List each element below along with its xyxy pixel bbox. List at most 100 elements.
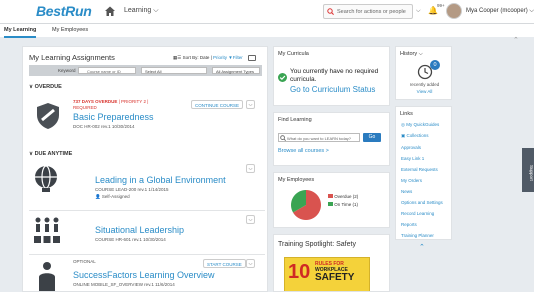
course-meta: COURSE LEAD-200 rev.1 1/14/2015 [95, 187, 169, 192]
filter-bar: Keyword Course name or ID Select All All… [29, 65, 262, 76]
poster-line-3: SAFETY [315, 272, 355, 283]
course-title-link[interactable]: Leading in a Global Environment [95, 175, 226, 185]
link-my-orders[interactable]: My Orders [401, 178, 422, 183]
legend-label-ontime: On Time (1) [334, 202, 359, 207]
link-easy-link-1[interactable]: Easy Link 1 [401, 156, 424, 161]
safety-poster-image[interactable]: 10 RULES FOR WORKPLACE SAFETY [284, 257, 370, 291]
overdue-section-header[interactable]: ∨ OVERDUE [29, 84, 62, 90]
item-actions-dropdown[interactable]: ⌵ [246, 164, 255, 173]
panel-title: Training Spotlight: Safety [278, 241, 356, 248]
due-anytime-label: DUE ANYTIME [34, 151, 73, 157]
link-external-requests[interactable]: External Requests [401, 167, 438, 172]
legend-swatch-ontime [328, 202, 333, 206]
item-actions-dropdown[interactable]: ⌵ [246, 100, 255, 109]
keyword-search-input[interactable]: Course name or ID [78, 67, 136, 74]
link-training-planner[interactable]: Training Planner [401, 233, 434, 238]
overdue-warning: 737 DAYS OVERDUE | PRIORITY 2 | [73, 99, 149, 104]
view-toggle-icon[interactable]: ▦☰ [173, 55, 181, 60]
history-dropdown[interactable]: History ⌵ [400, 51, 423, 58]
expand-icon[interactable] [248, 55, 257, 61]
filter-link[interactable]: Filter [233, 55, 243, 60]
assignment-item-basic-preparedness: 737 DAYS OVERDUE | PRIORITY 2 | REQUIRED… [29, 95, 265, 143]
item-actions-dropdown[interactable]: ⌵ [246, 215, 255, 224]
sort-by-date[interactable]: Sort By: Date [183, 55, 210, 60]
course-meta: ONLINE MOBILE_SF_OVERVIEW rev.1 11/6/201… [73, 282, 175, 287]
collapse-links-icon[interactable]: ⌃ [419, 243, 425, 251]
legend-item-overdue: Overdue (2) [328, 193, 358, 201]
assignment-type-select[interactable]: All Assignment Types [212, 67, 260, 74]
person-icon: 👤 [95, 194, 101, 199]
poster-number: 10 [288, 261, 311, 283]
pie-legend: Overdue (2) On Time (1) [328, 193, 358, 209]
legend-item-ontime: On Time (1) [328, 201, 358, 209]
link-approvals[interactable]: Approvals [401, 145, 421, 150]
no-curricula-message: You currently have no required curricula… [290, 68, 379, 83]
keyword-placeholder: Course name or ID [87, 69, 121, 74]
tab-my-employees[interactable]: My Employees [52, 27, 88, 33]
panel-title: My Learning Assignments [29, 53, 115, 62]
link-collections-label: Collections [406, 133, 429, 138]
panel-title: Links [400, 111, 413, 117]
link-news[interactable]: News [401, 189, 412, 194]
start-course-button[interactable]: START COURSE [203, 259, 246, 268]
find-learning-panel: Find Learning What do you want to LEARN … [273, 112, 390, 166]
employees-pie-chart[interactable] [290, 189, 322, 221]
find-learning-input[interactable]: What do you want to LEARN today? [278, 133, 360, 142]
search-icon [280, 135, 286, 141]
status-select[interactable]: Select All [141, 67, 207, 74]
course-title-link[interactable]: SuccessFactors Learning Overview [73, 270, 215, 280]
item-actions-dropdown[interactable]: ⌵ [246, 259, 255, 268]
global-search-input[interactable]: Search for actions or people [323, 4, 413, 19]
employees-panel: My Employees Overdue (2) On Time (1) [273, 172, 390, 228]
link-options-settings[interactable]: Options and Settings [401, 200, 443, 205]
company-logo[interactable]: BestRun [36, 3, 92, 19]
collapse-up-icon[interactable]: ⌃ [513, 36, 519, 44]
subnav-tabs: My Learning My Employees [0, 24, 534, 38]
divider [29, 254, 265, 255]
support-tab[interactable]: Support [522, 148, 534, 192]
recently-added-label: recently added [409, 82, 440, 87]
assignment-item-sf-overview: OPTIONAL SuccessFactors Learning Overvie… [29, 257, 265, 291]
shield-icon [35, 102, 61, 130]
optional-label: OPTIONAL [73, 259, 96, 264]
search-scope-dropdown[interactable]: ⌵ [416, 8, 421, 15]
presenter-icon [33, 261, 61, 291]
training-spotlight-panel: Training Spotlight: Safety 10 RULES FOR … [273, 234, 390, 292]
link-collections[interactable]: ▣ Collections [401, 133, 429, 139]
keyword-label: Keyword [58, 68, 76, 73]
curriculum-status-link[interactable]: Go to Curriculum Status [290, 85, 375, 94]
history-count-badge: 0 [430, 60, 440, 70]
user-menu[interactable]: Mya Cooper (mcooper) ⌵ [466, 8, 534, 15]
go-button[interactable]: Go [363, 133, 381, 142]
quickguides-icon: ◎ [401, 122, 405, 127]
link-reports[interactable]: Reports [401, 222, 417, 227]
browse-courses-link[interactable]: Browse all courses > [278, 148, 329, 154]
tab-my-learning[interactable]: My Learning [4, 27, 37, 38]
required-label: REQUIRED [73, 105, 97, 110]
home-icon[interactable] [104, 4, 116, 16]
status-select-value: Select All [145, 69, 162, 74]
globe-icon [33, 165, 59, 193]
user-avatar[interactable] [446, 3, 462, 19]
divider [29, 210, 265, 211]
course-title-link[interactable]: Situational Leadership [95, 225, 184, 235]
continue-course-button[interactable]: CONTINUE COURSE [191, 100, 244, 109]
course-title-link[interactable]: Basic Preparedness [73, 112, 154, 122]
panel-title: History [400, 51, 418, 57]
learning-menu[interactable]: Learning ⌵ [124, 7, 159, 15]
priority-label: PRIORITY 2 [121, 99, 146, 104]
history-view-all-link[interactable]: View All [396, 89, 453, 94]
links-panel: Links ◎ My QuickGuides ▣ Collections App… [395, 106, 452, 240]
user-name: Mya Cooper (mcooper) [466, 8, 528, 14]
sort-by-priority-link[interactable]: Priority [213, 55, 227, 60]
panel-title: Find Learning [278, 117, 312, 123]
panel-title: My Employees [278, 177, 315, 183]
link-quickguides[interactable]: ◎ My QuickGuides [401, 122, 439, 128]
link-record-learning[interactable]: Record Learning [401, 211, 434, 216]
assignment-type-value: All Assignment Types [216, 69, 254, 74]
assignment-item-situational-leadership: Situational Leadership COURSE HR-601 rev… [29, 213, 265, 253]
self-assigned-label: Self-Assigned [101, 194, 130, 199]
due-anytime-section-header[interactable]: ∨ DUE ANYTIME [29, 151, 72, 157]
people-icon [33, 216, 61, 246]
course-meta: COURSE HR-601 rev.1 10/30/2014 [95, 237, 166, 242]
